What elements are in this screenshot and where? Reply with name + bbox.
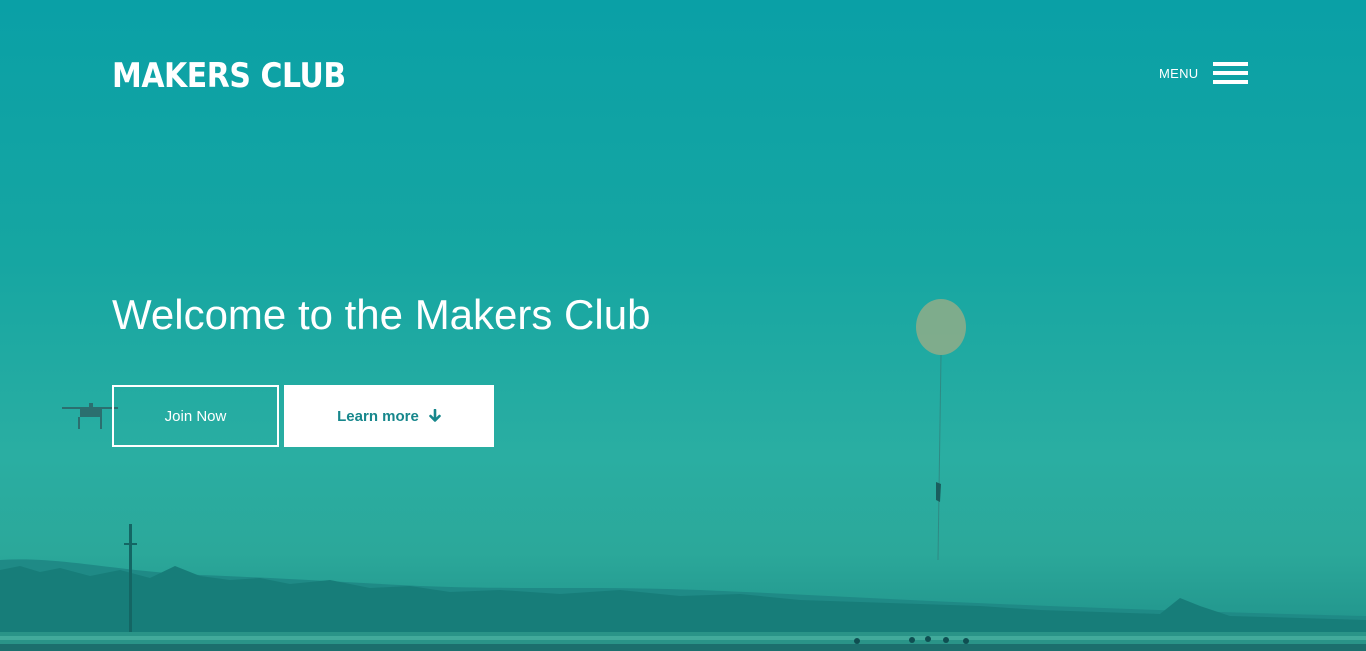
arrow-down-icon xyxy=(429,409,441,423)
hamburger-icon xyxy=(1213,60,1249,86)
join-now-label: Join Now xyxy=(164,407,227,425)
menu-label: MENU xyxy=(1159,65,1199,81)
learn-more-label: Learn more xyxy=(337,407,419,425)
menu-button[interactable]: MENU xyxy=(1159,60,1249,86)
join-now-button[interactable]: Join Now xyxy=(112,385,279,447)
hero-section: MAKERS CLUB MENU Welcome to the Makers C… xyxy=(0,0,1366,651)
site-logo[interactable]: MAKERS CLUB xyxy=(112,58,346,94)
hero-headline: Welcome to the Makers Club xyxy=(112,291,651,338)
learn-more-button[interactable]: Learn more xyxy=(284,385,494,447)
